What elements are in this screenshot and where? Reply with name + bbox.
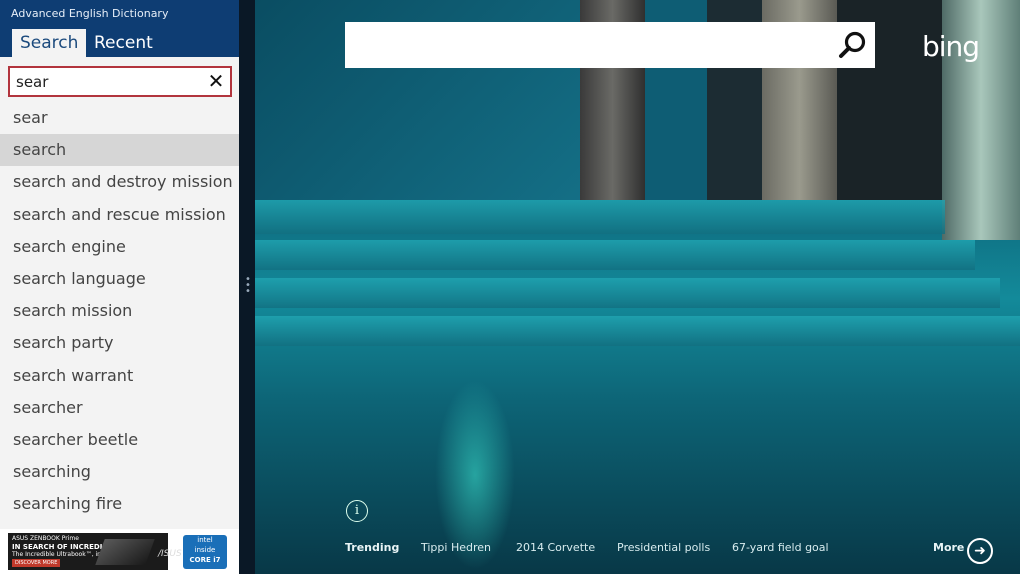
suggestion-item[interactable]: search and rescue mission <box>0 199 239 231</box>
suggestion-item[interactable]: searching <box>0 456 239 488</box>
trending-link[interactable]: Tippi Hedren <box>421 541 491 554</box>
stair-step <box>255 316 1020 346</box>
ad-headline: IN SEARCH OF INCREDIBLE <box>12 543 117 551</box>
trending-bar: Trending Tippi Hedren 2014 Corvette Pres… <box>255 541 1020 559</box>
ad-line-1: ASUS ZENBOOK Prime <box>12 535 79 542</box>
arrow-right-circle-icon[interactable]: ➜ <box>967 538 993 564</box>
suggestion-item[interactable]: search language <box>0 263 239 295</box>
ad-copy: ASUS ZENBOOK Prime IN SEARCH OF INCREDIB… <box>12 535 144 559</box>
suggestion-item[interactable]: sear <box>0 102 239 134</box>
advertisement-banner[interactable]: ASUS ZENBOOK Prime IN SEARCH OF INCREDIB… <box>0 529 239 574</box>
trending-link[interactable]: Presidential polls <box>617 541 710 554</box>
bing-pane: bing i Trending Tippi Hedren 2014 Corvet… <box>255 0 1020 574</box>
stair-step <box>255 200 945 234</box>
suggestion-list: sear search search and destroy mission s… <box>0 102 239 520</box>
suggestion-item[interactable]: search party <box>0 327 239 359</box>
background-image <box>255 0 1020 574</box>
dictionary-search-input[interactable] <box>16 68 196 95</box>
trending-link[interactable]: 2014 Corvette <box>516 541 595 554</box>
close-icon[interactable]: ✕ <box>206 71 226 91</box>
drag-handle-icon[interactable]: • • • <box>245 275 251 297</box>
ad-brand-logo: /ISUS <box>158 549 182 559</box>
trending-link[interactable]: 67-yard field goal <box>732 541 829 554</box>
stair-step <box>255 240 975 270</box>
dictionary-pane: Advanced English Dictionary Search Recen… <box>0 0 239 574</box>
dictionary-search-box: ✕ <box>8 66 232 97</box>
trending-label: Trending <box>345 541 400 554</box>
app-title: Advanced English Dictionary <box>11 7 169 20</box>
ad-discover-button[interactable]: DISCOVER MORE <box>12 559 61 567</box>
search-icon[interactable] <box>837 29 869 61</box>
tab-recent[interactable]: Recent <box>86 29 161 57</box>
intel-badge-line-3: CORE i7 <box>189 556 221 564</box>
ad-image: ASUS ZENBOOK Prime IN SEARCH OF INCREDIB… <box>8 533 182 570</box>
suggestion-item[interactable]: search mission <box>0 295 239 327</box>
intel-badge: intel inside CORE i7 <box>183 535 227 569</box>
snap-splitter[interactable]: • • • <box>239 0 255 574</box>
intel-badge-line-1: intel <box>197 536 213 544</box>
more-link[interactable]: More <box>933 541 964 554</box>
suggestion-item[interactable]: searcher <box>0 392 239 424</box>
info-icon[interactable]: i <box>346 500 368 522</box>
stair-step <box>255 278 1000 308</box>
suggestion-item[interactable]: searcher beetle <box>0 424 239 456</box>
bing-search-input[interactable] <box>355 22 829 70</box>
suggestion-item-selected[interactable]: search <box>0 134 239 167</box>
suggestion-item[interactable]: search and destroy mission <box>0 166 239 198</box>
suggestion-item[interactable]: searching fire <box>0 488 239 520</box>
laptop-image <box>95 539 155 565</box>
bing-logo[interactable]: bing <box>922 30 980 63</box>
suggestion-item[interactable]: search engine <box>0 231 239 263</box>
dictionary-header: Advanced English Dictionary Search Recen… <box>0 0 239 57</box>
intel-badge-line-2: inside <box>194 546 216 554</box>
bing-search-box <box>345 22 875 70</box>
tab-search[interactable]: Search <box>12 29 87 57</box>
suggestion-item[interactable]: search warrant <box>0 360 239 392</box>
